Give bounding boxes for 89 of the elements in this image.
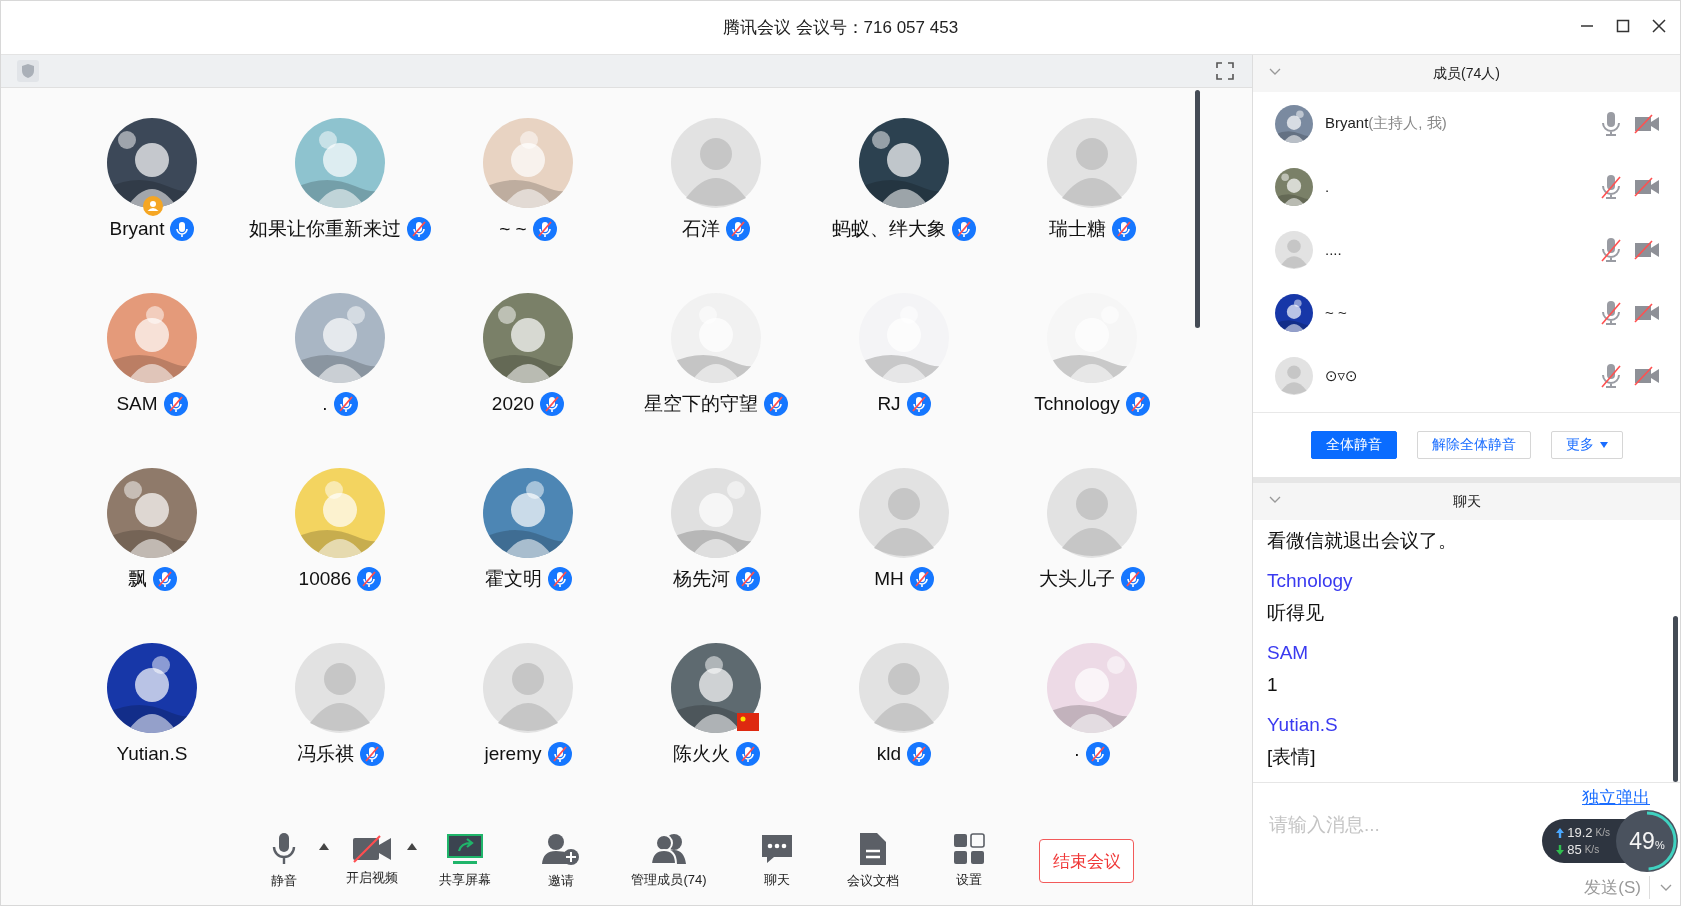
collapse-chevron-icon[interactable] [1269,68,1281,76]
people-icon [649,833,689,866]
participant-name: ~ ~ [499,217,527,240]
participant-name: 10086 [298,567,352,590]
camera-off-icon [352,835,392,864]
participant-name: 蚂蚁、绊大象 [832,216,946,241]
document-icon [859,832,887,867]
message-input[interactable]: 请输入消息... [1267,813,1521,837]
panel-button[interactable]: 更多 [1550,431,1623,459]
toolbar-label: 共享屏幕 [439,871,491,890]
toolbar-button[interactable]: 邀请 [513,832,609,891]
participant-name: Tchnology [1034,392,1120,415]
participant-name: · [1073,742,1081,765]
toolbar-button[interactable]: 静音 [241,832,327,891]
close-icon[interactable] [1652,19,1666,33]
member-name: .... [1325,241,1343,258]
sender-name: Yutian.S [1267,713,1339,737]
panel-button[interactable]: 全体静音 [1310,431,1397,459]
microphone-icon [272,832,296,867]
usage-gauge[interactable]: 49% [1616,810,1678,872]
toolbar-label: 开启视频 [346,869,398,888]
participant-name: 石洋 [682,216,720,241]
toolbar-label: 邀请 [548,872,574,891]
grid-icon [953,833,985,866]
collapse-chevron-icon[interactable] [1269,496,1281,504]
sender-name: Tchnology [1267,569,1354,593]
camera-off-icon [1634,365,1660,386]
end-meeting-button[interactable]: 结束会议 [1039,839,1134,884]
popout-link[interactable]: 独立弹出 [1582,786,1650,809]
toolbar-button[interactable]: 设置 [921,833,1017,890]
maximize-icon[interactable] [1616,19,1630,33]
upload-arrow-icon [1556,827,1565,838]
scrollbar[interactable] [1195,89,1200,328]
participant-name: 2020 [491,392,535,415]
participant-name: 星空下的守望 [644,391,758,416]
fullscreen-icon[interactable] [1216,61,1234,80]
download-speed: 85 K/s [1556,842,1610,857]
screen-share-icon [445,833,485,866]
add-person-icon [541,832,581,867]
caret-icon[interactable] [407,842,417,850]
toolbar-label: 管理成员(74) [631,871,707,890]
upload-speed: 19.2 K/s [1556,825,1610,840]
participant-name: SAM [116,392,158,415]
toolbar-button[interactable]: 管理成员(74) [609,833,729,890]
participant-name: 霍文明 [484,566,542,591]
toolbar-button[interactable]: 共享屏幕 [417,833,513,890]
camera-off-icon [1634,239,1660,260]
participant-name: 飘 [127,566,147,591]
chevron-down-icon[interactable] [1660,883,1672,892]
toolbar-button[interactable]: 开启视频 [329,835,415,888]
chat-icon [760,833,794,866]
participant-name: 陈火火 [672,741,730,766]
download-arrow-icon [1556,844,1565,855]
toolbar-label: 聊天 [764,871,790,890]
toolbar-label: 静音 [271,872,297,891]
toolbar-label: 会议文档 [847,872,899,891]
panel-button[interactable]: 解除全体静音 [1416,431,1531,459]
panel-title: 聊天 [1452,492,1481,511]
chat-message: 1 [1267,673,1279,697]
participant-name: RJ [877,392,901,415]
camera-off-icon [1634,113,1660,134]
participant-name: kld [876,742,902,765]
participant-name: MH [874,567,904,590]
participant-name: jeremy [484,742,542,765]
scrollbar[interactable] [1673,616,1678,782]
toolbar-button[interactable]: 聊天 [729,833,825,890]
participant-name: Yutian.S [116,742,188,765]
toolbar-button[interactable]: 会议文档 [825,832,921,891]
participant-name: 如果让你重新来过 [249,216,401,241]
caret-icon[interactable] [319,842,329,850]
sender-name: SAM [1267,641,1310,665]
window-title: 腾讯会议 会议号：716 057 453 [722,17,959,39]
member-name: ~ ~ [1325,304,1348,321]
member-name: Bryant(主持人, 我) [1325,114,1448,133]
member-name: . [1325,178,1331,195]
participant-name: 大头儿子 [1039,566,1115,591]
panel-title: 成员(74人) [1433,64,1500,83]
participant-name: 杨先河 [672,566,730,591]
participant-name: Bryant [109,217,165,240]
chat-message: 看微信就退出会议了。 [1267,529,1458,553]
toolbar-label: 设置 [956,871,982,890]
participant-name: 冯乐祺 [296,741,354,766]
participant-name: 瑞士糖 [1048,216,1106,241]
participant-name: . [322,392,328,415]
camera-off-icon [1634,302,1660,323]
chat-message: 听得见 [1267,601,1325,625]
camera-off-icon [1634,176,1660,197]
member-name: ⊙▿⊙ [1325,366,1359,385]
chat-message: [表情] [1267,745,1317,769]
